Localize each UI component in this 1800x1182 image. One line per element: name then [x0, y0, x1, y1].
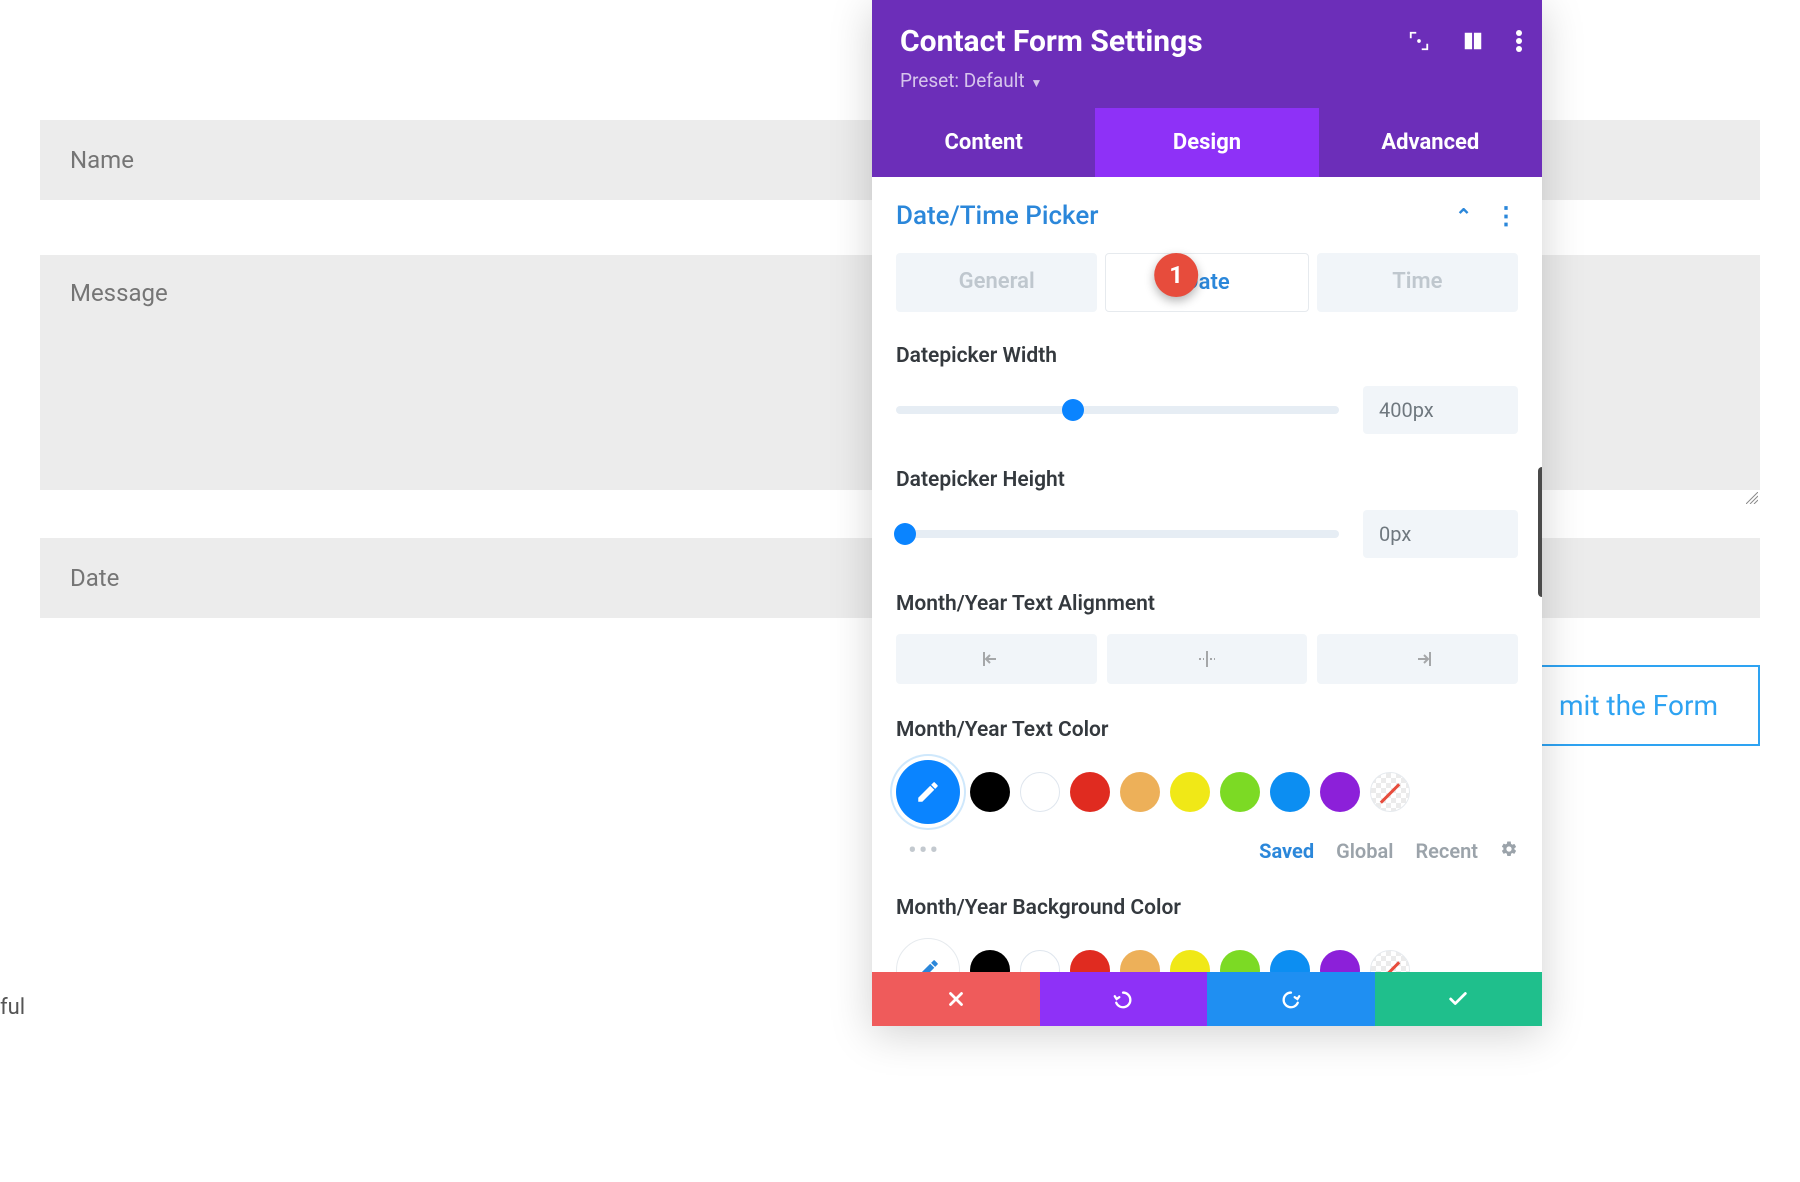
panel-body: Date/Time Picker ⌃ ⋮ General 1 Date Time… — [872, 177, 1542, 972]
settings-panel: Contact Form Settings Preset: Default▼ C… — [872, 0, 1542, 1026]
bg-color-picker-button[interactable] — [896, 938, 960, 972]
tab-design[interactable]: Design — [1095, 108, 1318, 177]
align-left-button[interactable] — [896, 634, 1097, 684]
width-slider[interactable] — [896, 406, 1339, 414]
bg-swatch-red[interactable] — [1070, 950, 1110, 972]
caret-down-icon: ▼ — [1031, 76, 1043, 90]
swatch-red[interactable] — [1070, 772, 1110, 812]
more-icon[interactable] — [1516, 30, 1522, 52]
preset-label: Preset: Default — [900, 69, 1025, 92]
alignment-label: Month/Year Text Alignment — [896, 592, 1518, 616]
width-value-input[interactable] — [1363, 386, 1518, 434]
undo-button[interactable] — [1040, 972, 1208, 1026]
color-filter-global[interactable]: Global — [1336, 839, 1393, 863]
panel-header: Contact Form Settings Preset: Default▼ — [872, 0, 1542, 108]
close-button[interactable] — [872, 972, 1040, 1026]
columns-icon[interactable] — [1462, 30, 1484, 52]
swatch-white[interactable] — [1020, 772, 1060, 812]
section-more-icon[interactable]: ⋮ — [1494, 202, 1518, 230]
color-filter-saved[interactable]: Saved — [1259, 839, 1314, 863]
gear-icon[interactable] — [1500, 839, 1518, 863]
swatch-yellow[interactable] — [1170, 772, 1210, 812]
text-color-picker-button[interactable] — [896, 760, 960, 824]
annotation-badge: 1 — [1154, 253, 1198, 297]
subtab-date[interactable]: 1 Date — [1105, 253, 1308, 312]
height-value-input[interactable] — [1363, 510, 1518, 558]
text-color-label: Month/Year Text Color — [896, 718, 1518, 742]
subtab-general[interactable]: General — [896, 253, 1097, 312]
tab-advanced[interactable]: Advanced — [1319, 108, 1542, 177]
swatch-none[interactable] — [1370, 772, 1410, 812]
height-label: Datepicker Height — [896, 468, 1518, 492]
save-button[interactable] — [1375, 972, 1543, 1026]
text-color-row — [896, 760, 1518, 824]
bg-swatch-yellow[interactable] — [1170, 950, 1210, 972]
more-swatches-icon[interactable]: ••• — [908, 836, 940, 866]
panel-footer — [872, 972, 1542, 1026]
swatch-purple[interactable] — [1320, 772, 1360, 812]
preset-selector[interactable]: Preset: Default ▼ — [900, 69, 1514, 92]
tab-content[interactable]: Content — [872, 108, 1095, 177]
scrollbar-thumb[interactable] — [1538, 467, 1542, 597]
panel-tabs: Content Design Advanced — [872, 108, 1542, 177]
bg-swatch-green[interactable] — [1220, 950, 1260, 972]
cutoff-text: ful — [0, 995, 25, 1020]
align-center-button[interactable] — [1107, 634, 1308, 684]
collapse-icon[interactable]: ⌃ — [1455, 204, 1472, 228]
subtab-time[interactable]: Time — [1317, 253, 1518, 312]
redo-button[interactable] — [1207, 972, 1375, 1026]
color-filter-recent[interactable]: Recent — [1415, 839, 1478, 863]
resize-handle-icon[interactable] — [1746, 489, 1758, 501]
bg-color-label: Month/Year Background Color — [896, 896, 1518, 920]
swatch-green[interactable] — [1220, 772, 1260, 812]
swatch-blue[interactable] — [1270, 772, 1310, 812]
section-title[interactable]: Date/Time Picker — [896, 201, 1098, 231]
sub-tabs: General 1 Date Time — [896, 253, 1518, 312]
width-label: Datepicker Width — [896, 344, 1518, 368]
swatch-orange[interactable] — [1120, 772, 1160, 812]
expand-icon[interactable] — [1408, 30, 1430, 52]
height-slider[interactable] — [896, 530, 1339, 538]
bg-swatch-orange[interactable] — [1120, 950, 1160, 972]
align-right-button[interactable] — [1317, 634, 1518, 684]
bg-swatch-blue[interactable] — [1270, 950, 1310, 972]
bg-color-row — [896, 938, 1518, 972]
bg-swatch-black[interactable] — [970, 950, 1010, 972]
bg-swatch-none[interactable] — [1370, 950, 1410, 972]
bg-swatch-purple[interactable] — [1320, 950, 1360, 972]
swatch-black[interactable] — [970, 772, 1010, 812]
bg-swatch-white[interactable] — [1020, 950, 1060, 972]
